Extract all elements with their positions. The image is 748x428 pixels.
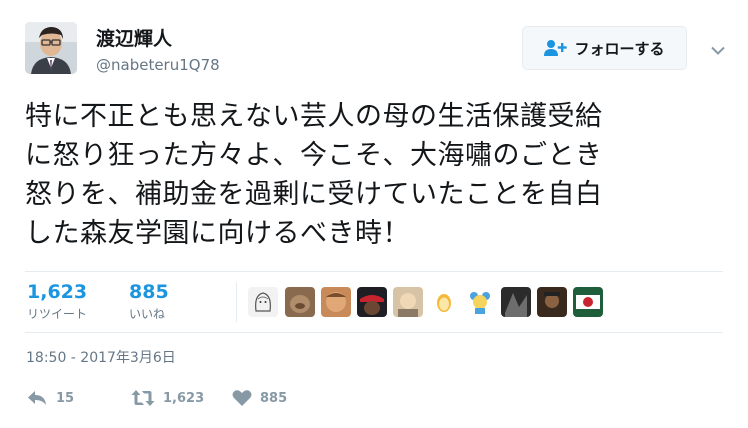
author-display-name[interactable]: 渡辺輝人 xyxy=(96,27,172,51)
chevron-down-icon xyxy=(711,40,725,59)
reply-icon xyxy=(26,389,48,407)
retweets-label: リツイート xyxy=(27,307,88,321)
follow-button[interactable]: フォローする xyxy=(522,26,687,70)
divider-bottom xyxy=(25,332,723,333)
retweet-icon xyxy=(131,389,155,407)
liker-avatar[interactable] xyxy=(573,287,603,317)
reply-count: 15 xyxy=(56,390,75,406)
author-username[interactable]: @nabeteru1Q78 xyxy=(96,55,220,75)
liker-avatar[interactable] xyxy=(393,287,423,317)
reply-button[interactable]: 15 xyxy=(26,389,74,407)
tweet-text: 特に不正とも思えない芸人の母の生活保護受給 に怒り狂った方々よ、今こそ、大海嘯の… xyxy=(25,101,603,249)
follow-button-label: フォローする xyxy=(574,39,665,58)
author-avatar-image xyxy=(25,22,77,74)
author-avatar[interactable] xyxy=(25,22,77,74)
liker-avatar[interactable] xyxy=(248,287,278,317)
liker-avatar[interactable] xyxy=(321,287,351,317)
retweet-button[interactable]: 1,623 xyxy=(131,389,204,407)
liker-avatar[interactable] xyxy=(285,287,315,317)
retweets-stat[interactable]: 1,623 リツイート xyxy=(27,281,87,323)
retweets-count: 1,623 xyxy=(27,281,88,303)
heart-icon xyxy=(232,389,252,407)
tweet-card: 渡辺輝人 @nabeteru1Q78 フォローする 特に不正とも思えない芸人の母… xyxy=(0,0,748,428)
divider-top xyxy=(25,271,723,272)
tweet-menu-button[interactable] xyxy=(705,36,731,62)
retweet-count: 1,623 xyxy=(163,390,205,406)
like-count: 885 xyxy=(260,390,288,406)
tweet-timestamp[interactable]: 18:50 - 2017年3月6日 xyxy=(26,349,176,367)
liker-avatar[interactable] xyxy=(501,287,531,317)
liker-avatar[interactable] xyxy=(465,287,495,317)
like-button[interactable]: 885 xyxy=(232,389,287,407)
liker-avatar[interactable] xyxy=(357,287,387,317)
likes-count: 885 xyxy=(129,281,169,303)
likes-label: いいね xyxy=(129,307,166,321)
stats-separator xyxy=(236,282,237,322)
likes-stat[interactable]: 885 いいね xyxy=(129,281,169,323)
liker-avatar[interactable] xyxy=(537,287,567,317)
liker-avatar[interactable] xyxy=(429,287,459,317)
add-user-icon xyxy=(544,39,568,57)
